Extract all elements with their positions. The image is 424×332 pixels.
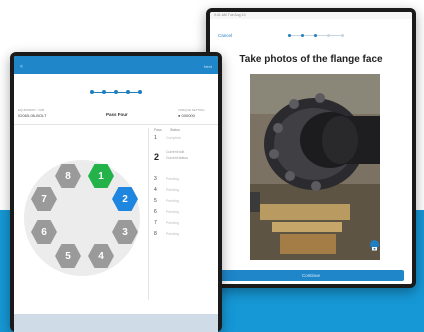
left-tablet-screen: < Next EQUIPMENT / JOB 02065-06-BOLT Pas… [14, 56, 218, 332]
row-number: 8 [154, 231, 157, 237]
nav-bar: < Next [14, 62, 218, 74]
progress-step [90, 90, 94, 94]
row-status: Pending [166, 188, 179, 192]
row-status: Complete [166, 136, 181, 140]
row-number: 1 [154, 135, 157, 141]
page-title: Take photos of the flange face [239, 54, 383, 65]
table-row[interactable]: 4 Pending [150, 187, 214, 198]
back-button[interactable]: < [20, 64, 23, 70]
job-value: 02065-06-BOLT [18, 113, 47, 118]
torque-value: ● 000000 [178, 113, 195, 118]
table-row-current[interactable]: 2 Current bolt Current status [150, 148, 214, 170]
right-tablet: 9:41 AM Tue Aug 10 Cancel Take photos of… [206, 8, 416, 288]
status-bar: 9:41 AM Tue Aug 10 [210, 12, 412, 19]
cancel-button[interactable]: Cancel [218, 33, 232, 38]
row-number: 3 [154, 176, 157, 182]
column-header-status: Status [170, 128, 180, 132]
bottom-action-bar[interactable] [14, 314, 218, 332]
bolt-pattern [24, 160, 140, 276]
table-row[interactable]: 7 Pending [150, 220, 214, 231]
row-status: Pending [166, 199, 179, 203]
camera-icon[interactable] [370, 240, 379, 251]
camera-glyph [372, 247, 377, 251]
next-button[interactable]: Next [204, 64, 212, 69]
row-number: 4 [154, 187, 157, 193]
current-status-label: Current status [166, 156, 188, 160]
progress-step [301, 34, 304, 37]
row-status: Pending [166, 232, 179, 236]
progress-step [314, 34, 317, 37]
progress-step [102, 90, 106, 94]
panel-divider [148, 128, 149, 300]
pass-label: Pass Four [106, 112, 128, 117]
row-status: Pending [166, 177, 179, 181]
job-info-bar: EQUIPMENT / JOB 02065-06-BOLT Pass Four … [14, 106, 218, 125]
flange-photo-image [250, 74, 380, 260]
table-row[interactable]: 6 Pending [150, 209, 214, 220]
progress-step [126, 90, 130, 94]
right-tablet-screen: 9:41 AM Tue Aug 10 Cancel Take photos of… [210, 12, 412, 284]
progress-step [138, 90, 142, 94]
step-progress [288, 34, 344, 37]
table-row[interactable]: 8 Pending [150, 231, 214, 242]
torque-caption: TORQUE SETTING [178, 108, 205, 112]
row-number: 6 [154, 209, 157, 215]
table-row[interactable]: 1 Complete [150, 135, 214, 146]
column-header-pass: Pass [154, 128, 162, 132]
row-status: Current bolt [166, 150, 185, 154]
row-status: Pending [166, 221, 179, 225]
continue-button[interactable]: Continue [218, 270, 404, 281]
left-tablet: < Next EQUIPMENT / JOB 02065-06-BOLT Pas… [10, 52, 222, 332]
progress-step [114, 90, 118, 94]
progress-step [288, 34, 291, 37]
job-caption: EQUIPMENT / JOB [18, 108, 45, 112]
row-status: Pending [166, 210, 179, 214]
row-number: 2 [154, 152, 160, 162]
row-number: 7 [154, 220, 157, 226]
progress-step [327, 34, 330, 37]
step-progress [90, 90, 142, 94]
row-number: 5 [154, 198, 157, 204]
table-row[interactable]: 3 Pending [150, 176, 214, 187]
progress-step [341, 34, 344, 37]
table-row[interactable]: 5 Pending [150, 198, 214, 209]
flange-photo [250, 74, 380, 260]
